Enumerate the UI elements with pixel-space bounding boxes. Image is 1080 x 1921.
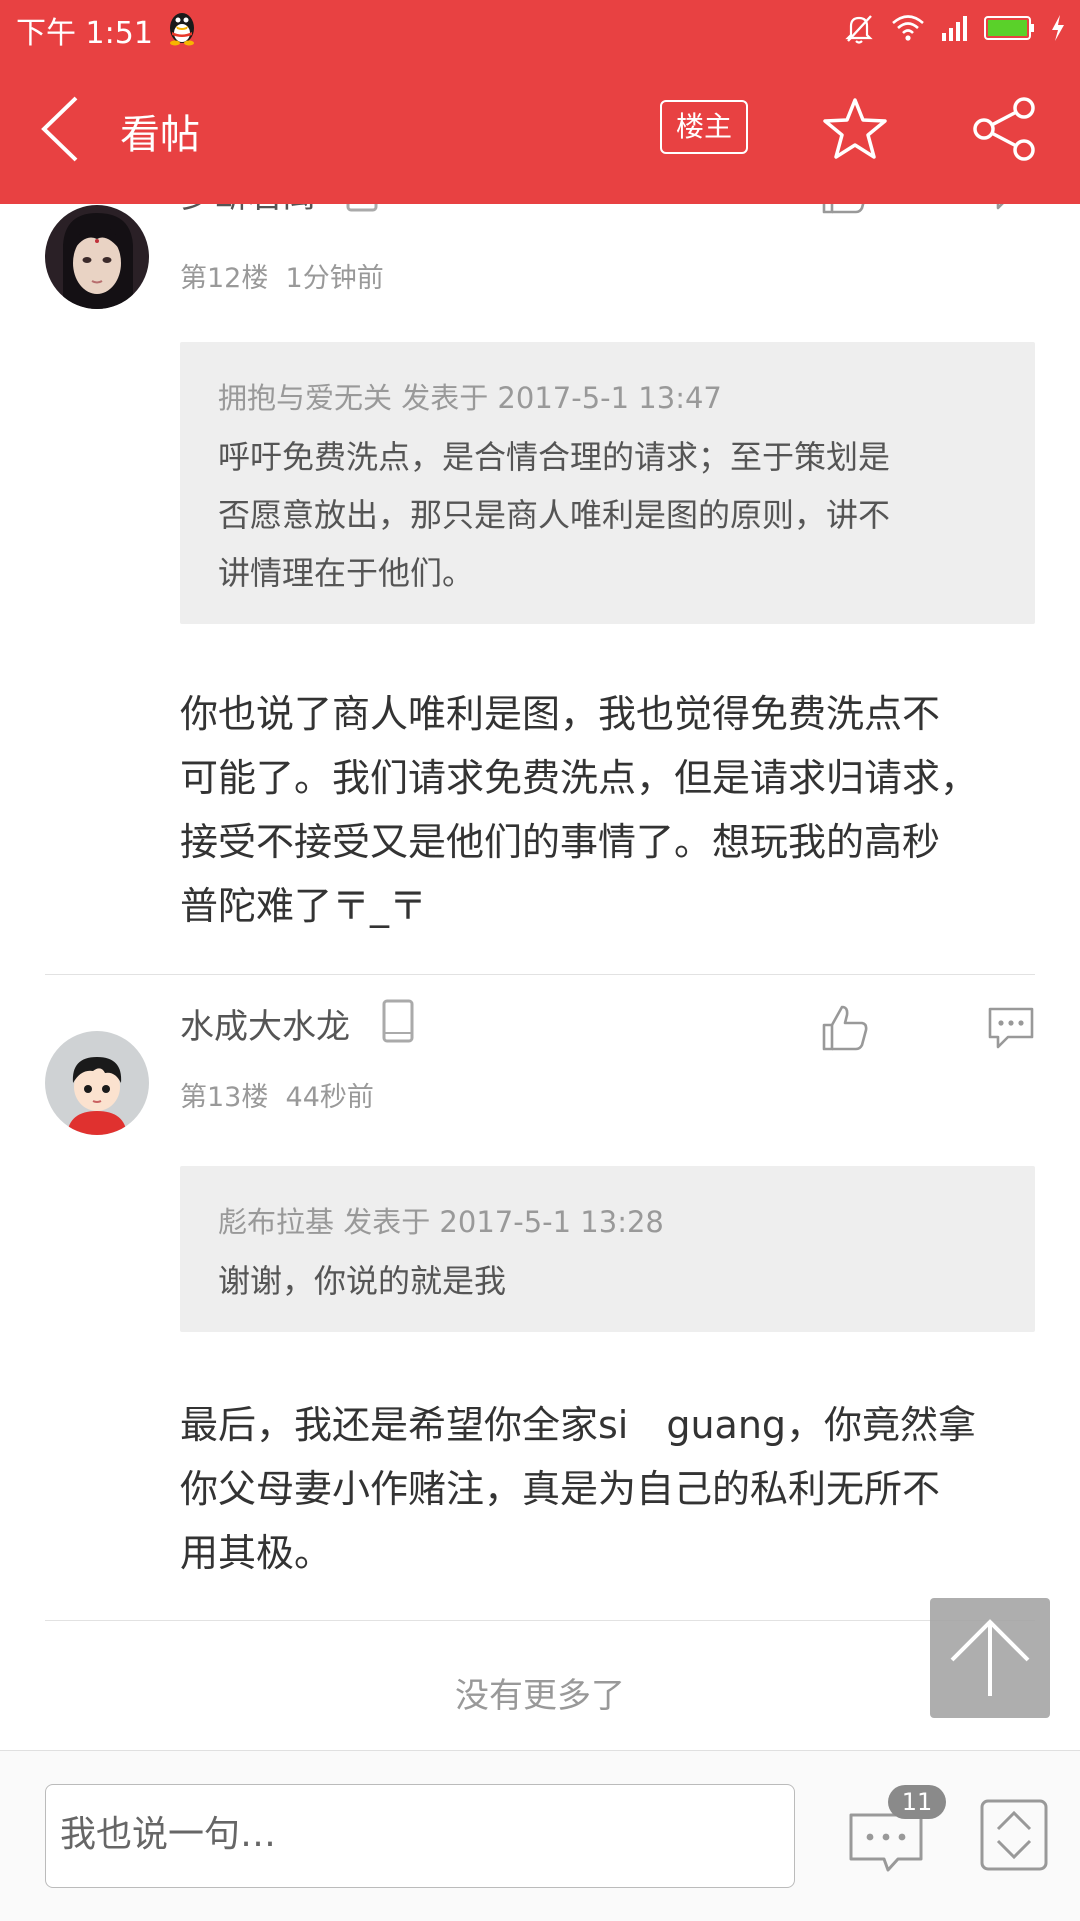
- body-line: 普陀难了〒_〒: [180, 884, 428, 928]
- comment-count-badge: 11: [888, 1785, 946, 1819]
- post-item: 梦断君离 第12楼 1分钟前 拥抱与爱无关 发表于 2017-5-1 13:47…: [0, 204, 1080, 984]
- body-line: 你父母妻小作赌注，真是为自己的私利无所不: [180, 1467, 941, 1511]
- bell-off-icon: [845, 15, 873, 44]
- battery-icon: [984, 16, 1034, 40]
- status-icons: [842, 10, 1066, 46]
- star-icon[interactable]: [822, 96, 888, 162]
- post-body: 最后，我还是希望你全家si guang，你竟然拿 你父母妻小作赌注，真是为自己的…: [180, 1393, 1040, 1585]
- back-icon[interactable]: [36, 94, 86, 164]
- arrow-up-icon: [950, 1619, 1030, 1696]
- mobile-device-icon: [382, 999, 414, 1043]
- body-line: 接受不接受又是他们的事情了。想玩我的高秒: [180, 820, 941, 864]
- body-line: 用其极。: [180, 1531, 333, 1575]
- comment-input[interactable]: 我也说一句…: [45, 1784, 795, 1888]
- username[interactable]: 水成大水龙: [180, 999, 350, 1048]
- page-title: 看帖: [120, 112, 200, 158]
- avatar[interactable]: [45, 205, 149, 309]
- quote-meta: 彪布拉基 发表于 2017-5-1 13:28: [218, 1205, 664, 1239]
- quote-box: 拥抱与爱无关 发表于 2017-5-1 13:47 呼吁免费洗点，是合情合理的请…: [180, 342, 1035, 624]
- wifi-icon: [892, 15, 924, 41]
- like-icon[interactable]: [820, 1003, 870, 1053]
- quote-line: 讲情理在于他们。: [218, 554, 475, 592]
- body-line: 可能了。我们请求免费洗点，但是请求归请求，: [180, 756, 979, 800]
- divider: [45, 1620, 1035, 1621]
- quote-text: 谢谢，你说的就是我: [218, 1252, 997, 1310]
- only-op-button[interactable]: 楼主: [660, 100, 748, 154]
- quote-line: 否愿意放出，那只是商人唯利是图的原则，讲不: [218, 496, 891, 534]
- avatar[interactable]: [45, 1031, 149, 1135]
- qq-icon: [170, 13, 194, 46]
- reply-icon[interactable]: [986, 204, 1036, 212]
- share-icon[interactable]: [970, 96, 1040, 162]
- quote-box: 彪布拉基 发表于 2017-5-1 13:28 谢谢，你说的就是我: [180, 1166, 1035, 1332]
- quote-line: 谢谢，你说的就是我: [218, 1262, 507, 1300]
- charging-icon: [1052, 15, 1064, 41]
- post-time: 44秒前: [285, 1082, 374, 1113]
- scroll-to-top-button[interactable]: [930, 1598, 1050, 1718]
- post-list[interactable]: 梦断君离 第12楼 1分钟前 拥抱与爱无关 发表于 2017-5-1 13:47…: [0, 204, 1080, 1750]
- floor-number: 第13楼: [180, 1082, 269, 1113]
- status-time: 下午 1:51: [16, 16, 153, 51]
- body-line: 最后，我还是希望你全家si guang，你竟然拿: [180, 1403, 977, 1447]
- page-jump-icon[interactable]: [980, 1799, 1048, 1871]
- status-bar: 下午 1:51: [0, 0, 1080, 56]
- quote-meta: 拥抱与爱无关 发表于 2017-5-1 13:47: [218, 381, 722, 415]
- bottom-bar: 我也说一句… 11: [0, 1750, 1080, 1921]
- reply-icon[interactable]: [986, 1005, 1036, 1051]
- mobile-device-icon: [346, 204, 378, 212]
- floor-meta: 第12楼 1分钟前: [180, 256, 384, 295]
- floor-number: 第12楼: [180, 263, 269, 294]
- username[interactable]: 梦断君离: [180, 204, 316, 217]
- post-time: 1分钟前: [285, 263, 384, 294]
- floor-meta: 第13楼 44秒前: [180, 1075, 374, 1114]
- signal-icon: [942, 16, 967, 41]
- quote-text: 呼吁免费洗点，是合情合理的请求；至于策划是 否愿意放出，那只是商人唯利是图的原则…: [218, 428, 997, 602]
- body-line: 你也说了商人唯利是图，我也觉得免费洗点不: [180, 692, 941, 736]
- quote-line: 呼吁免费洗点，是合情合理的请求；至于策划是: [218, 438, 891, 476]
- post-body: 你也说了商人唯利是图，我也觉得免费洗点不 可能了。我们请求免费洗点，但是请求归请…: [180, 682, 1040, 938]
- post-item: 水成大水龙 第13楼 44秒前 彪布拉基 发表于 2017-5-1 13:28 …: [0, 975, 1080, 1621]
- no-more-label: 没有更多了: [455, 1676, 625, 1716]
- app-bar: 看帖 楼主: [0, 56, 1080, 204]
- like-icon[interactable]: [820, 204, 870, 216]
